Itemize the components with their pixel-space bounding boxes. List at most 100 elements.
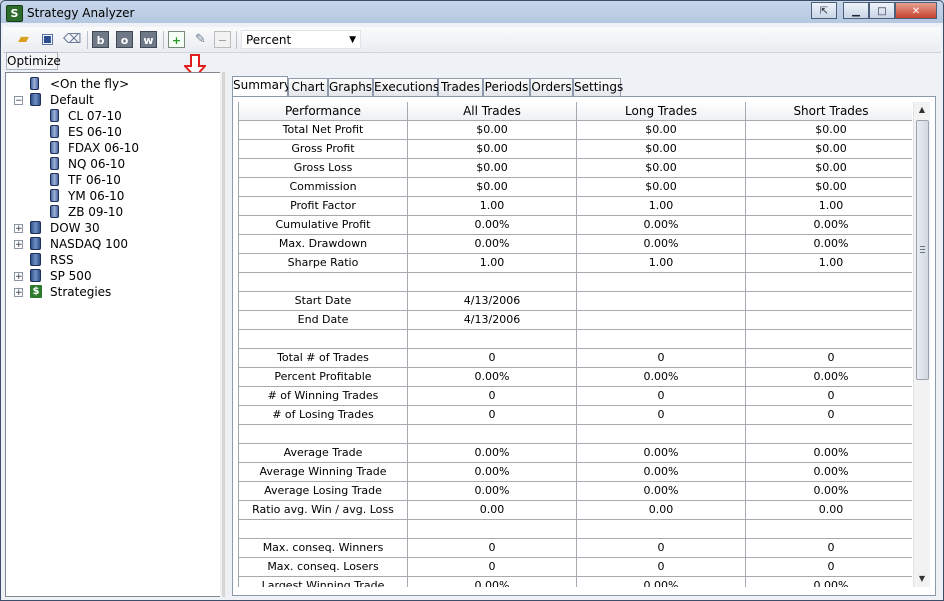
tab-chart[interactable]: Chart — [288, 78, 328, 96]
table-row[interactable]: Total Net Profit $0.00 $0.00 $0.00 — [239, 121, 912, 140]
metric-value-cell: 4/13/2006 — [408, 311, 577, 330]
b-icon[interactable]: b — [92, 31, 109, 48]
table-row[interactable] — [239, 520, 912, 539]
metric-value-cell: $0.00 — [408, 140, 577, 159]
table-row[interactable]: Max. conseq. Winners 0 0 0 — [239, 539, 912, 558]
optimize-button[interactable]: Optimize — [6, 52, 61, 70]
table-row[interactable]: Average Winning Trade 0.00% 0.00% 0.00% — [239, 463, 912, 482]
metric-value-cell — [408, 330, 577, 349]
scroll-down-icon[interactable]: ▼ — [914, 571, 930, 587]
pane-splitter[interactable] — [220, 72, 227, 597]
metric-value-cell: 0 — [577, 387, 746, 406]
metric-label-cell: Sharpe Ratio — [239, 254, 408, 273]
database-icon — [50, 109, 59, 122]
metric-value-cell: 0 — [408, 349, 577, 368]
o-icon[interactable]: o — [116, 31, 133, 48]
metric-label-cell: Max. conseq. Losers — [239, 558, 408, 577]
strategy-analyzer-window: S Strategy Analyzer ⇱ ▁ □ ✕ ▰ ▣ ⌫ b o w … — [0, 0, 944, 601]
metric-label-cell: Average Winning Trade — [239, 463, 408, 482]
metric-value-cell — [577, 273, 746, 292]
table-row[interactable]: Cumulative Profit 0.00% 0.00% 0.00% — [239, 216, 912, 235]
tree-item-label: NASDAQ 100 — [50, 237, 128, 251]
table-row[interactable]: # of Winning Trades 0 0 0 — [239, 387, 912, 406]
close-icon[interactable]: ✕ — [895, 2, 937, 19]
table-row[interactable]: Sharpe Ratio 1.00 1.00 1.00 — [239, 254, 912, 273]
column-header[interactable]: Long Trades — [577, 102, 746, 121]
table-row[interactable]: Average Trade 0.00% 0.00% 0.00% — [239, 444, 912, 463]
metric-label-cell: Total Net Profit — [239, 121, 408, 140]
table-row[interactable]: Total # of Trades 0 0 0 — [239, 349, 912, 368]
table-row[interactable] — [239, 330, 912, 349]
table-row[interactable] — [239, 273, 912, 292]
title-bar[interactable]: S Strategy Analyzer ⇱ ▁ □ ✕ — [1, 1, 943, 25]
metric-label-cell — [239, 273, 408, 292]
metric-value-cell — [408, 520, 577, 539]
save-icon[interactable]: ▣ — [39, 31, 56, 48]
collapse-icon[interactable]: − — [14, 96, 23, 106]
table-row[interactable]: End Date 4/13/2006 — [239, 311, 912, 330]
tab-orders[interactable]: Orders — [530, 78, 573, 96]
metric-value-cell: 0.00% — [746, 368, 912, 387]
metric-value-cell: 1.00 — [408, 254, 577, 273]
instrument-tree[interactable]: <On the fly> − Default CL 07-10 ES 06-10… — [5, 72, 221, 597]
add-icon[interactable]: + — [168, 31, 185, 48]
table-row[interactable]: Gross Loss $0.00 $0.00 $0.00 — [239, 159, 912, 178]
metric-value-cell: 0 — [577, 349, 746, 368]
vertical-scrollbar[interactable]: ▲ ▼ — [913, 102, 930, 587]
tree-item-label: NQ 06-10 — [68, 157, 126, 171]
expand-icon[interactable]: + — [14, 224, 23, 234]
table-header-row[interactable]: Performance All Trades Long Trades Short Tr… — [239, 102, 912, 121]
metric-value-cell: $0.00 — [746, 178, 912, 197]
w-icon[interactable]: w — [140, 31, 157, 48]
metric-value-cell — [408, 425, 577, 444]
column-header[interactable]: Short Trades — [746, 102, 912, 121]
metric-value-cell: 0.00 — [577, 501, 746, 520]
clear-icon[interactable]: ⌫ — [63, 31, 81, 48]
display-unit-select[interactable]: Percent ▼ — [241, 30, 361, 49]
metric-value-cell — [577, 425, 746, 444]
metric-label-cell: End Date — [239, 311, 408, 330]
table-row[interactable]: # of Losing Trades 0 0 0 — [239, 406, 912, 425]
table-row[interactable]: Max. conseq. Losers 0 0 0 — [239, 558, 912, 577]
maximize-icon[interactable]: □ — [869, 2, 895, 19]
scrollbar-thumb[interactable] — [916, 120, 929, 380]
database-icon — [30, 237, 41, 250]
remove-icon[interactable]: − — [214, 31, 231, 48]
table-row[interactable]: Percent Profitable 0.00% 0.00% 0.00% — [239, 368, 912, 387]
table-row[interactable]: Largest Winning Trade 0.00% 0.00% 0.00% — [239, 577, 912, 587]
tree-item-label: DOW 30 — [50, 221, 100, 235]
table-row[interactable]: Start Date 4/13/2006 — [239, 292, 912, 311]
open-folder-icon[interactable]: ▰ — [15, 31, 32, 48]
tab-periods[interactable]: Periods — [483, 78, 530, 96]
performance-table[interactable]: Performance All Trades Long Trades Short Tr… — [238, 102, 912, 587]
expand-icon[interactable]: + — [14, 240, 23, 250]
table-row[interactable]: Max. Drawdown 0.00% 0.00% 0.00% — [239, 235, 912, 254]
tab-settings[interactable]: Settings — [573, 78, 623, 96]
metric-value-cell: 0.00% — [577, 368, 746, 387]
expand-icon[interactable]: + — [14, 288, 23, 298]
toolbar: ▰ ▣ ⌫ b o w + ✎ − Percent ▼ — [3, 27, 941, 53]
table-row[interactable]: Gross Profit $0.00 $0.00 $0.00 — [239, 140, 912, 159]
metric-value-cell: 0.00% — [408, 235, 577, 254]
table-row[interactable]: Ratio avg. Win / avg. Loss 0.00 0.00 0.00 — [239, 501, 912, 520]
tab-executions[interactable]: Executions — [373, 78, 439, 96]
table-row[interactable] — [239, 425, 912, 444]
metric-value-cell: 4/13/2006 — [408, 292, 577, 311]
expand-icon[interactable]: + — [14, 272, 23, 282]
column-header[interactable]: Performance — [239, 102, 408, 121]
metric-label-cell: Largest Winning Trade — [239, 577, 408, 587]
table-row[interactable]: Average Losing Trade 0.00% 0.00% 0.00% — [239, 482, 912, 501]
column-header[interactable]: All Trades — [408, 102, 577, 121]
table-row[interactable]: Commission $0.00 $0.00 $0.00 — [239, 178, 912, 197]
database-icon — [50, 125, 59, 138]
restore-window-icon[interactable]: ⇱ — [811, 2, 837, 19]
tab-trades[interactable]: Trades — [438, 78, 483, 96]
table-row[interactable]: Profit Factor 1.00 1.00 1.00 — [239, 197, 912, 216]
minimize-icon[interactable]: ▁ — [843, 2, 869, 19]
tab-summary[interactable]: Summary — [232, 76, 291, 97]
metric-value-cell: 0 — [746, 387, 912, 406]
metric-label-cell: Profit Factor — [239, 197, 408, 216]
scroll-up-icon[interactable]: ▲ — [914, 102, 930, 118]
edit-icon[interactable]: ✎ — [192, 31, 209, 48]
tab-graphs[interactable]: Graphs — [328, 78, 373, 96]
